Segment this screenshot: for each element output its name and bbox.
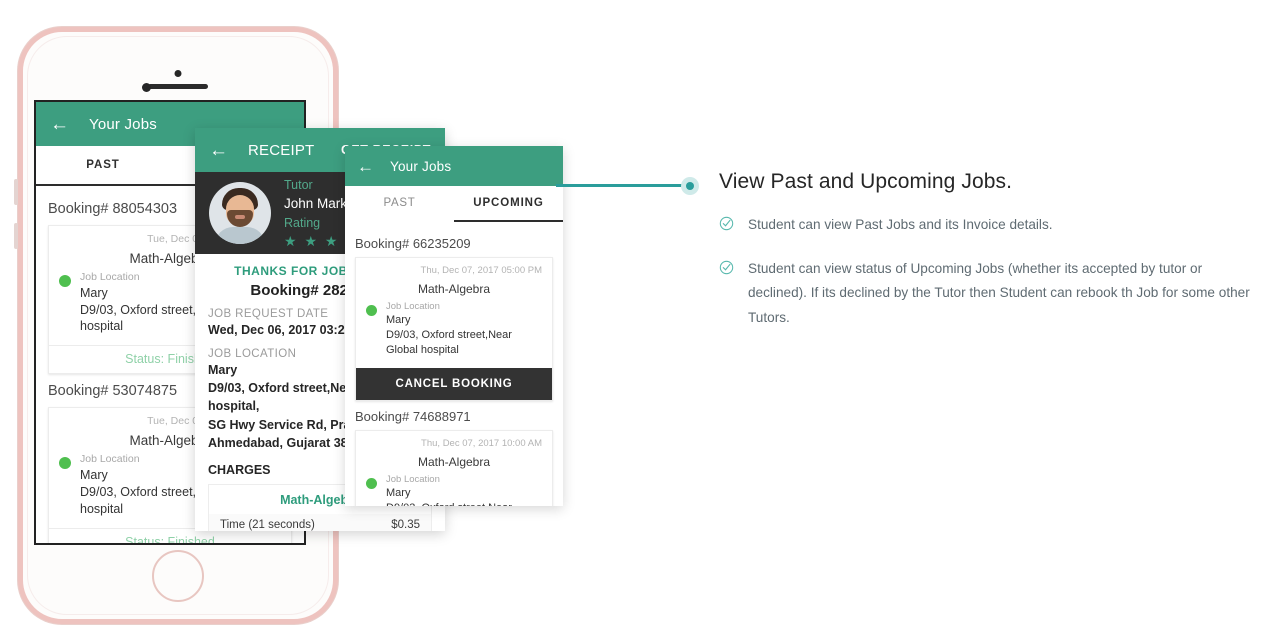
status-badge: Status: Finished [125,534,215,545]
booking-subject: Math-Algebra [417,282,491,296]
proximity-sensor-icon [174,70,182,77]
back-arrow-icon[interactable]: ← [50,115,69,134]
page-title: View Past and Upcoming Jobs. [719,170,1013,193]
list-item: Student can view status of Upcoming Jobs… [719,257,1259,331]
location-label: Job Location [386,301,440,312]
bullet-dot-icon [681,177,699,195]
phone-volume-down-button [14,223,18,249]
front-camera-icon [142,83,151,92]
tab-past-label: PAST [86,159,120,171]
charge-label: Time (21 seconds) [220,518,315,531]
annotation-bullet-list: Student can view Past Jobs and its Invoi… [719,213,1259,331]
list-item[interactable]: Thu, Dec 07, 2017 05:00 PM Math-Algebra … [355,257,553,401]
annotation-text: Student can view Past Jobs and its Invoi… [748,217,1053,232]
booking-date: Thu, Dec 07, 2017 10:00 AM [421,437,542,449]
upcoming-tab-indicator [345,220,563,222]
tab-past[interactable]: PAST [36,146,170,184]
home-button[interactable] [152,550,204,602]
tab-past[interactable]: PAST [345,186,454,220]
location-address: D9/03, Oxford street,Near Global hospita… [386,329,512,356]
tab-upcoming-label: UPCOMING [473,197,544,209]
list-item[interactable]: Thu, Dec 07, 2017 10:00 AM Math-Algebra … [355,429,553,506]
screen-upcoming-jobs: ← Your Jobs PAST UPCOMING Booking# 66235… [345,146,563,506]
booking-date: Thu, Dec 07, 2017 05:00 PM [420,265,542,276]
booking-location: Job Location Mary D9/03, Oxford street,N… [356,298,552,368]
tutor-avatar [209,182,271,244]
tab-past-label: PAST [383,197,416,209]
booking-number: Booking# 66235209 [355,236,471,251]
tab-upcoming[interactable]: UPCOMING [454,186,563,220]
annotation-text: Student can view status of Upcoming Jobs… [748,260,1250,326]
check-circle-icon [719,213,748,238]
booking-number: Booking# 74688971 [355,408,471,424]
location-name: Mary [386,487,411,500]
location-name: Mary [386,314,411,327]
location-dot-icon [59,275,71,287]
table-row: Time (21 seconds) $0.35 [209,514,431,531]
back-arrow-icon[interactable]: ← [357,158,374,175]
past-appbar-title: Your Jobs [89,115,157,133]
location-dot-icon [366,305,377,316]
location-dot-icon [59,457,71,470]
list-item: Student can view Past Jobs and its Invoi… [719,213,1259,238]
cancel-booking-button[interactable]: CANCEL BOOKING [356,367,552,400]
upcoming-tabs: PAST UPCOMING [345,186,563,220]
earpiece-speaker-icon [148,84,208,89]
check-circle-icon [719,257,748,331]
upcoming-appbar-title: Your Jobs [390,158,452,174]
booking-subject: Math-Algebra [417,454,491,469]
upcoming-appbar: ← Your Jobs [345,146,563,186]
location-dot-icon [366,477,377,489]
callout-connector-line [556,184,691,187]
receipt-appbar-title: RECEIPT [248,141,315,159]
back-arrow-icon[interactable]: ← [209,141,228,160]
charge-value: $0.35 [391,518,420,531]
annotation-panel: View Past and Upcoming Jobs. Student can… [719,170,1259,350]
booking-location: Job Location Mary D9/03, Oxford street,N… [356,471,552,506]
location-label: Job Location [386,473,440,485]
location-address: D9/03, Oxford street,Near Global hospita… [386,501,542,506]
upcoming-jobs-list: Booking# 66235209 Thu, Dec 07, 2017 05:0… [345,222,563,506]
phone-volume-up-button [14,179,18,205]
